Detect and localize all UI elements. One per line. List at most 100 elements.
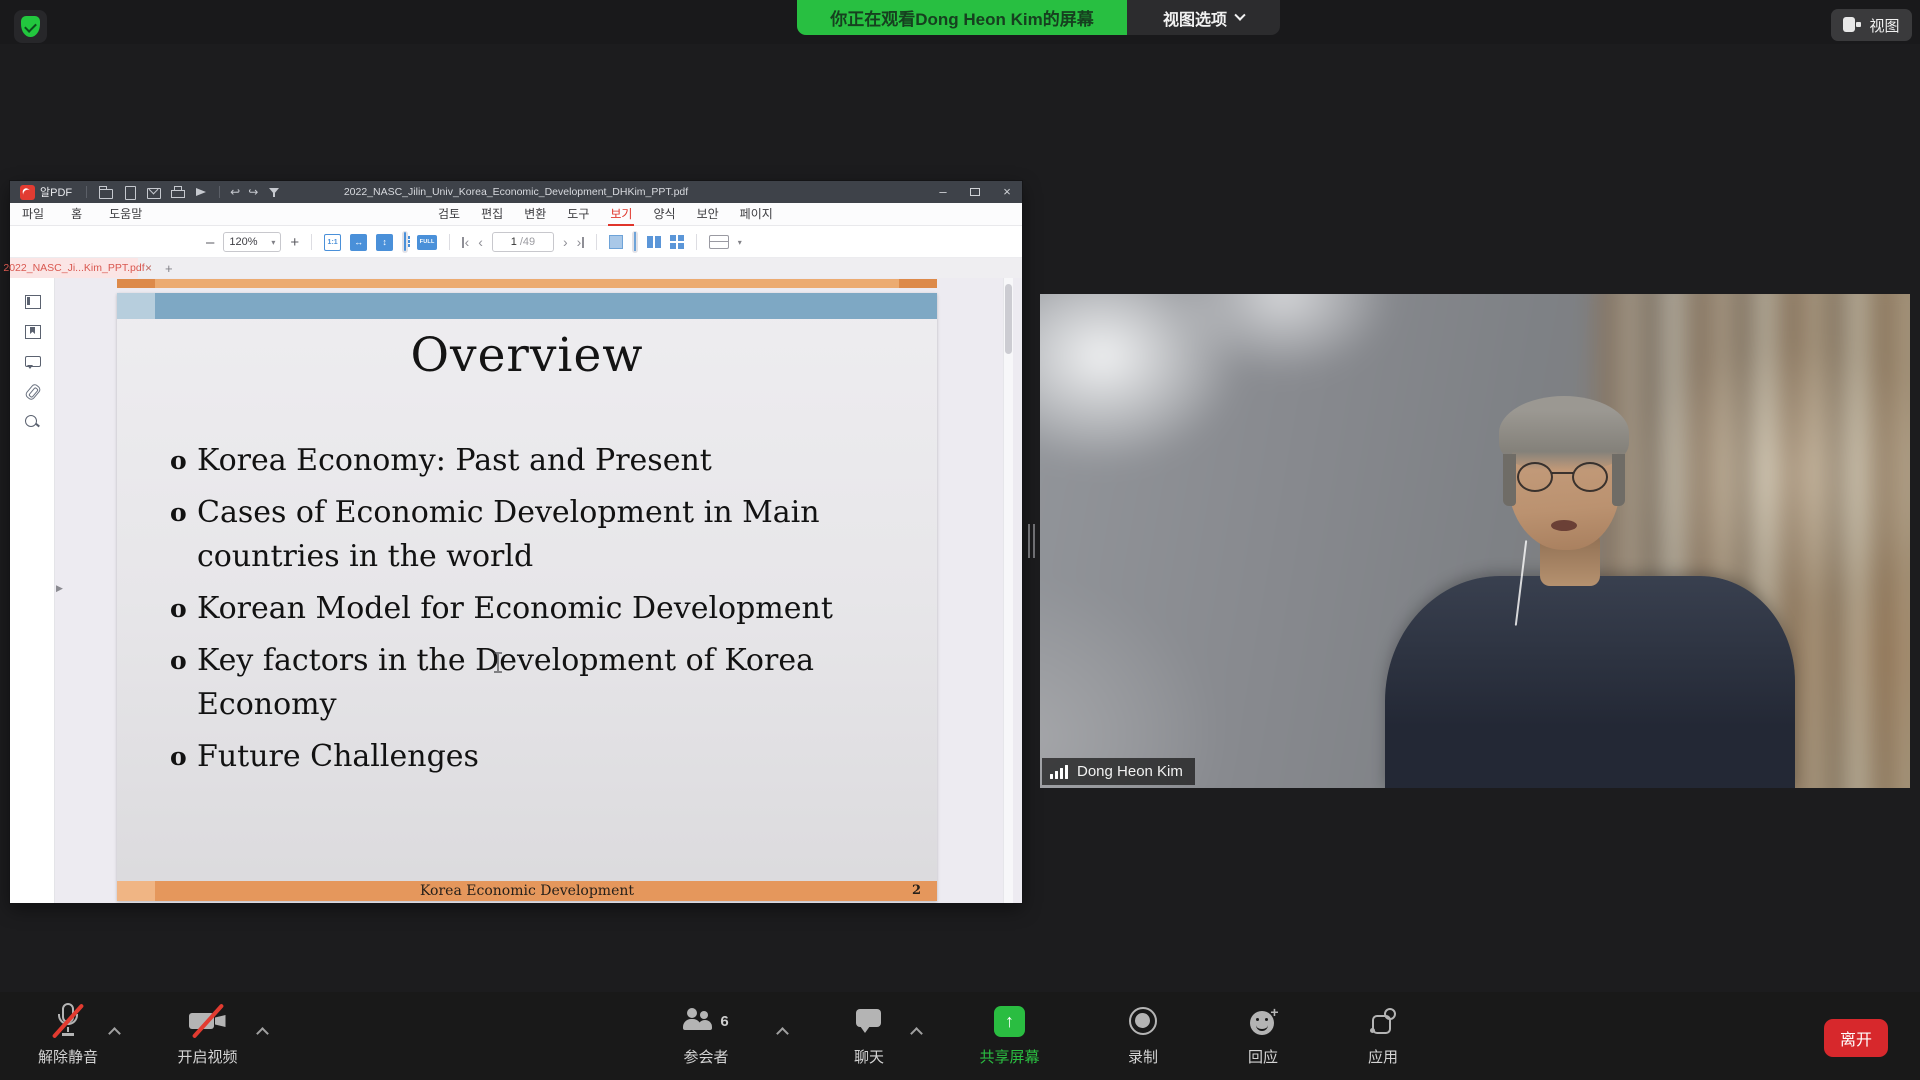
- menu-security[interactable]: 보안: [697, 203, 719, 226]
- scrollbar-thumb[interactable]: [1005, 284, 1012, 354]
- participant-video[interactable]: Dong Heon Kim: [1040, 294, 1910, 788]
- prev-page-button[interactable]: ‹: [478, 234, 483, 250]
- tab-close-icon[interactable]: ×: [145, 261, 152, 275]
- menu-page[interactable]: 페이지: [740, 203, 773, 226]
- separator: [86, 186, 87, 198]
- zoom-level-value: 120%: [229, 236, 257, 248]
- camera-off-icon: [189, 1007, 227, 1035]
- share-screen-button[interactable]: ↑ 共享屏幕: [962, 992, 1057, 1080]
- pdf-window: 알PDF ↩ ↪ 2022_NASC_Jilin_Univ_Korea_Econ…: [10, 181, 1022, 903]
- share-screen-icon: ↑: [994, 1006, 1025, 1037]
- menu-convert[interactable]: 변환: [524, 203, 546, 226]
- view-options-label: 视图选项: [1163, 6, 1227, 30]
- single-page-view-button[interactable]: [609, 235, 623, 249]
- leave-meeting-button[interactable]: 离开: [1824, 1019, 1888, 1057]
- full-screen-button[interactable]: FULL: [417, 235, 437, 250]
- document-tab[interactable]: 2022_NASC_Ji...Kim_PPT.pdf: [10, 258, 138, 278]
- zoom-in-button[interactable]: +: [290, 234, 299, 251]
- participants-label: 参会者: [683, 1050, 728, 1065]
- email-icon[interactable]: [145, 184, 161, 200]
- document-scrollbar[interactable]: [1003, 278, 1013, 903]
- alpdf-logo-icon: [20, 185, 35, 200]
- next-page-button[interactable]: ›: [563, 234, 568, 250]
- person-hair: [1499, 396, 1629, 470]
- chat-label: 聊天: [854, 1050, 884, 1065]
- menu-tools[interactable]: 도구: [567, 203, 589, 226]
- person-silhouette: [1040, 294, 1910, 788]
- person-hair-side: [1503, 454, 1516, 506]
- share-screen-label: 共享屏幕: [979, 1050, 1039, 1065]
- two-page-view-button[interactable]: [647, 235, 661, 249]
- menu-file[interactable]: 파일: [22, 203, 44, 226]
- print-icon[interactable]: [169, 184, 185, 200]
- fit-page-icon: [404, 232, 406, 251]
- page-number-input[interactable]: 1 /49: [492, 232, 554, 252]
- start-video-button[interactable]: 开启视频: [160, 992, 255, 1080]
- microphone-muted-icon: [53, 1003, 83, 1039]
- chat-button[interactable]: 聊天: [830, 992, 908, 1080]
- expand-panel-arrow[interactable]: ▶: [56, 583, 63, 594]
- grid-view-button[interactable]: [670, 235, 684, 249]
- caret-down-icon[interactable]: ▾: [738, 238, 742, 247]
- apps-button[interactable]: 应用: [1340, 992, 1426, 1080]
- separator: [596, 234, 597, 250]
- actual-size-button[interactable]: 1:1: [324, 234, 341, 251]
- pdf-titlebar[interactable]: 알PDF ↩ ↪ 2022_NASC_Jilin_Univ_Korea_Econ…: [10, 181, 1022, 203]
- person-hair-side: [1612, 454, 1625, 506]
- redo-icon[interactable]: ↪: [248, 184, 258, 200]
- pin-tool-icon[interactable]: [266, 184, 282, 200]
- view-options-button[interactable]: 视图选项: [1127, 0, 1280, 35]
- glasses-bridge: [1552, 472, 1573, 474]
- person-mouth: [1551, 520, 1577, 531]
- last-page-button[interactable]: ›: [577, 234, 584, 250]
- bullet-marker: o: [170, 735, 187, 779]
- document-title: 2022_NASC_Jilin_Univ_Korea_Economic_Deve…: [10, 186, 1022, 198]
- undo-icon[interactable]: ↩: [230, 184, 240, 200]
- new-document-icon[interactable]: [121, 184, 137, 200]
- zoom-out-button[interactable]: –: [206, 234, 214, 251]
- current-page: 1: [511, 236, 517, 248]
- bullet-item: oFuture Challenges: [170, 735, 894, 779]
- minimize-button[interactable]: –: [936, 181, 950, 203]
- caret-down-icon: ▾: [271, 238, 275, 247]
- signal-bars-icon: [1050, 765, 1069, 779]
- person-body: [1385, 576, 1795, 788]
- continuous-view-button-selected[interactable]: [632, 231, 638, 253]
- document-canvas[interactable]: Overview oKorea Economy: Past and Presen…: [55, 278, 1022, 903]
- reactions-button[interactable]: + 回应: [1220, 992, 1306, 1080]
- panel-divider-handle[interactable]: [1028, 524, 1036, 558]
- bullet-item: oKorea Economy: Past and Present: [170, 439, 894, 483]
- security-shield-button[interactable]: [14, 10, 47, 43]
- search-icon[interactable]: [24, 414, 40, 429]
- attachments-icon[interactable]: [24, 384, 40, 399]
- first-page-button[interactable]: ‹: [462, 234, 469, 250]
- layout-view-icon: [1843, 17, 1861, 33]
- glasses-right-lens: [1572, 462, 1608, 492]
- bookmarks-icon[interactable]: [24, 324, 40, 339]
- menu-edit[interactable]: 편집: [481, 203, 503, 226]
- view-button[interactable]: 视图: [1831, 9, 1912, 41]
- chat-bubble-icon: [856, 1008, 882, 1034]
- layout-options-button[interactable]: [709, 235, 729, 249]
- fit-page-button-selected[interactable]: [402, 231, 408, 253]
- maximize-button[interactable]: [970, 188, 980, 196]
- new-tab-button[interactable]: +: [165, 261, 173, 276]
- menu-forms[interactable]: 양식: [653, 203, 675, 226]
- open-file-icon[interactable]: [97, 184, 113, 200]
- fit-height-button[interactable]: ↕: [376, 234, 393, 251]
- close-button[interactable]: ×: [1000, 181, 1014, 203]
- thumbnails-panel-icon[interactable]: [24, 294, 40, 309]
- share-send-icon[interactable]: [193, 184, 209, 200]
- menu-help[interactable]: 도움말: [109, 203, 142, 226]
- fit-width-button[interactable]: ↔: [350, 234, 367, 251]
- menu-home[interactable]: 홈: [71, 203, 82, 226]
- continuous-view-icon: [634, 232, 636, 251]
- menu-review[interactable]: 검토: [438, 203, 460, 226]
- participants-button[interactable]: 6 参会者: [660, 992, 752, 1080]
- unmute-button[interactable]: 解除静音: [23, 992, 113, 1080]
- comments-icon[interactable]: [24, 354, 40, 369]
- record-button[interactable]: 录制: [1100, 992, 1186, 1080]
- menu-view-active[interactable]: 보기: [610, 203, 632, 226]
- zoom-level-select[interactable]: 120% ▾: [223, 232, 281, 252]
- slide-title: Overview: [117, 329, 937, 383]
